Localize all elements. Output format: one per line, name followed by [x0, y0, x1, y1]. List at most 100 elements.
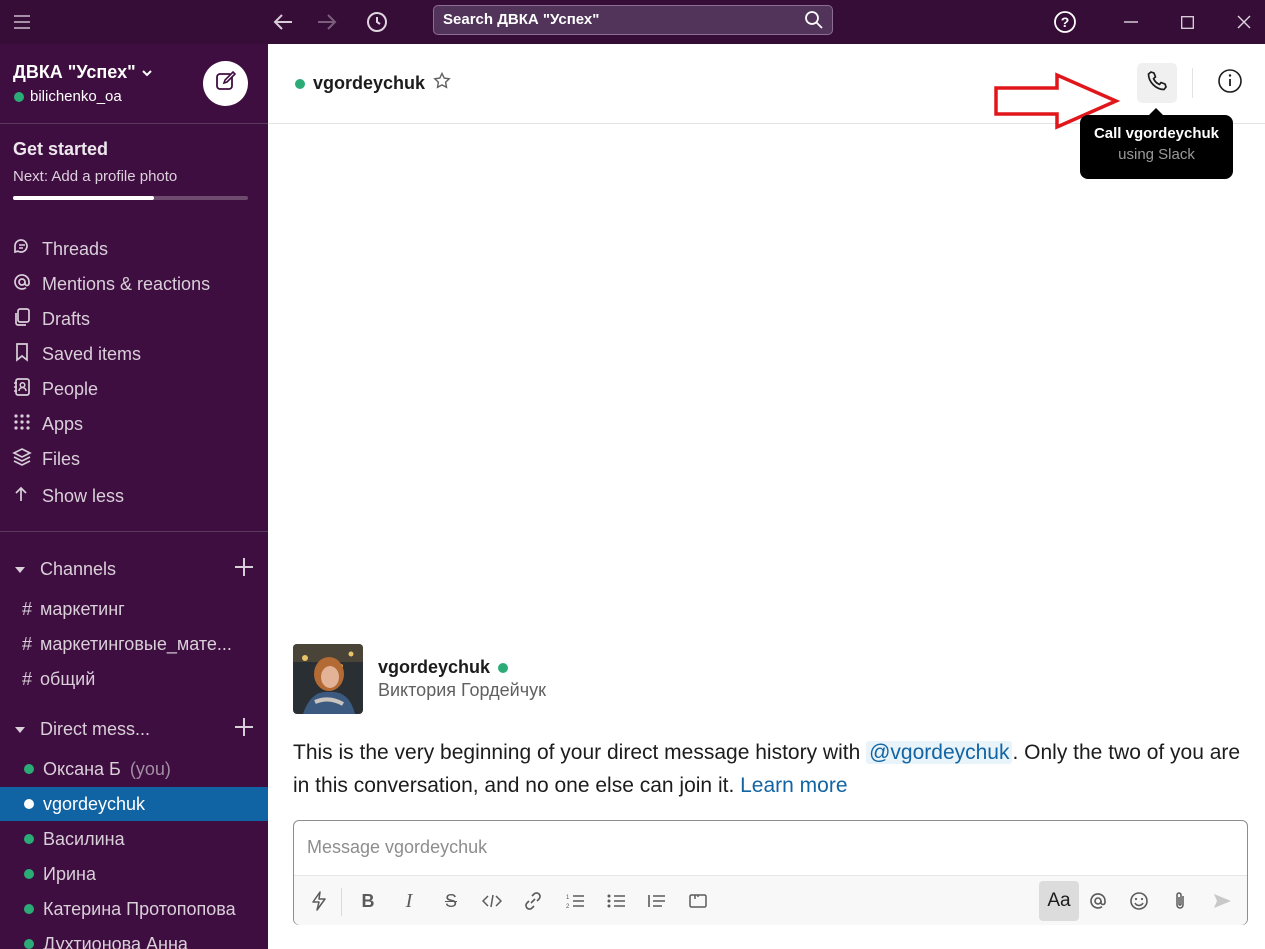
- dm-item-active[interactable]: vgordeychuk: [0, 787, 268, 821]
- channel-item[interactable]: # маркетинговые_мате...: [22, 628, 232, 660]
- get-started[interactable]: Get started Next: Add a profile photo: [13, 139, 177, 185]
- message-composer[interactable]: Message vgordeychuk B I S 12 Aa: [293, 820, 1248, 925]
- nav-item-mentions[interactable]: Mentions & reactions: [12, 269, 210, 299]
- onboarding-progress-fill: [13, 196, 154, 200]
- nav-item-show-less[interactable]: Show less: [12, 481, 124, 511]
- sidebar-divider: [0, 531, 268, 532]
- send-icon[interactable]: [1205, 884, 1239, 918]
- details-button[interactable]: [1215, 68, 1245, 98]
- nav-label-mentions: Mentions & reactions: [42, 273, 211, 294]
- nav-item-saved[interactable]: Saved items: [12, 339, 141, 369]
- add-channel-icon[interactable]: [234, 557, 254, 582]
- nav-label-threads: Threads: [42, 238, 109, 259]
- link-icon[interactable]: [516, 884, 550, 918]
- nav-item-apps[interactable]: Apps: [12, 409, 83, 439]
- hash-icon: #: [22, 633, 33, 654]
- dm-item[interactable]: Катерина Протопопова: [0, 892, 268, 926]
- strikethrough-icon[interactable]: S: [434, 884, 468, 918]
- code-block-icon[interactable]: [681, 884, 715, 918]
- threads-icon: [12, 237, 32, 262]
- dm-item[interactable]: Василина: [0, 822, 268, 856]
- drafts-icon: [12, 307, 32, 332]
- nav-label-drafts: Drafts: [42, 308, 91, 329]
- conversation-title[interactable]: vgordeychuk: [295, 71, 451, 95]
- intro-text: This is the very beginning of your direc…: [293, 736, 1248, 802]
- at-icon: [12, 272, 32, 297]
- intro-text-before: This is the very beginning of your direc…: [293, 741, 867, 764]
- nav-label-people: People: [42, 378, 99, 399]
- nav-item-drafts[interactable]: Drafts: [12, 304, 90, 334]
- dm-name: Василина: [43, 828, 125, 849]
- ordered-list-icon[interactable]: 12: [558, 884, 592, 918]
- back-arrow-icon[interactable]: [268, 0, 298, 44]
- close-icon[interactable]: [1231, 0, 1257, 44]
- current-user[interactable]: bilichenko_oa: [14, 88, 122, 105]
- code-icon[interactable]: [475, 884, 509, 918]
- dm-section-header[interactable]: Direct mess...: [14, 714, 254, 744]
- channel-item[interactable]: # общий: [22, 663, 95, 695]
- star-icon[interactable]: [433, 71, 451, 95]
- compose-icon: [215, 70, 237, 97]
- emoji-icon[interactable]: [1122, 884, 1156, 918]
- avatar[interactable]: [293, 644, 363, 714]
- shortcuts-lightning-icon[interactable]: [302, 884, 336, 918]
- attachment-paperclip-icon[interactable]: [1163, 884, 1197, 918]
- bold-icon[interactable]: B: [351, 884, 385, 918]
- search-placeholder: Search ДВКА "Успех": [443, 11, 600, 28]
- nav-label-files: Files: [42, 448, 81, 469]
- apps-grid-icon: [12, 412, 32, 437]
- bulleted-list-icon[interactable]: [599, 884, 633, 918]
- nav-label-show-less: Show less: [42, 485, 125, 506]
- help-icon[interactable]: ?: [1050, 0, 1080, 44]
- hash-icon: #: [22, 598, 33, 619]
- search-input[interactable]: Search ДВКА "Успех": [433, 5, 833, 35]
- learn-more-link[interactable]: Learn more: [740, 774, 847, 797]
- forward-arrow-icon[interactable]: [312, 0, 342, 44]
- hash-icon: #: [22, 668, 33, 689]
- intro-username-text: vgordeychuk: [378, 657, 491, 677]
- dm-item[interactable]: Духтионова Анна: [0, 927, 268, 949]
- svg-text:1: 1: [566, 895, 570, 901]
- history-icon[interactable]: [362, 0, 392, 44]
- compose-button[interactable]: [203, 61, 248, 106]
- channels-section-header[interactable]: Channels: [14, 554, 254, 584]
- sidebar: ДВКА "Успех" bilichenko_oa Get started N…: [0, 44, 268, 949]
- phone-icon: [1146, 70, 1168, 97]
- presence-active-icon: [24, 799, 34, 809]
- intro-username[interactable]: vgordeychuk: [378, 657, 509, 678]
- format-toggle-button[interactable]: Aa: [1039, 881, 1079, 921]
- dm-item[interactable]: Оксана Б (you): [0, 752, 268, 786]
- search-icon: [804, 10, 824, 40]
- user-mention-link[interactable]: @vgordeychuk: [866, 741, 1013, 764]
- workspace-menu[interactable]: ДВКА "Успех": [13, 62, 153, 83]
- onboarding-progress-bar: [13, 196, 248, 200]
- caret-down-icon: [14, 559, 26, 580]
- hamburger-icon[interactable]: [8, 0, 36, 44]
- blockquote-icon[interactable]: [640, 884, 674, 918]
- presence-active-icon: [24, 869, 34, 879]
- presence-active-icon: [24, 939, 34, 949]
- conversation-title-text: vgordeychuk: [313, 73, 426, 93]
- nav-item-files[interactable]: Files: [12, 444, 80, 474]
- toolbar-separator: [341, 888, 342, 916]
- italic-icon[interactable]: I: [392, 884, 426, 918]
- mention-at-icon[interactable]: [1081, 884, 1115, 918]
- dm-name: Духтионова Анна: [43, 933, 188, 949]
- files-stack-icon: [12, 447, 32, 472]
- nav-item-people[interactable]: People: [12, 374, 98, 404]
- maximize-icon[interactable]: [1174, 0, 1200, 44]
- arrow-up-icon: [12, 484, 32, 509]
- dm-item[interactable]: Ирина: [0, 857, 268, 891]
- channels-header-label: Channels: [40, 558, 117, 579]
- add-dm-icon[interactable]: [234, 717, 254, 742]
- call-tooltip: Call vgordeychuk using Slack: [1080, 115, 1233, 179]
- tooltip-title: Call vgordeychuk: [1093, 125, 1220, 142]
- minimize-icon[interactable]: [1118, 0, 1144, 44]
- message-input[interactable]: Message vgordeychuk: [307, 837, 487, 858]
- workspace-name: ДВКА "Успех": [13, 62, 136, 82]
- caret-down-icon: [14, 719, 26, 740]
- channel-name: маркетинговые_мате...: [40, 633, 232, 654]
- call-button[interactable]: [1137, 63, 1177, 103]
- nav-item-threads[interactable]: Threads: [12, 234, 108, 264]
- channel-item[interactable]: # маркетинг: [22, 593, 125, 625]
